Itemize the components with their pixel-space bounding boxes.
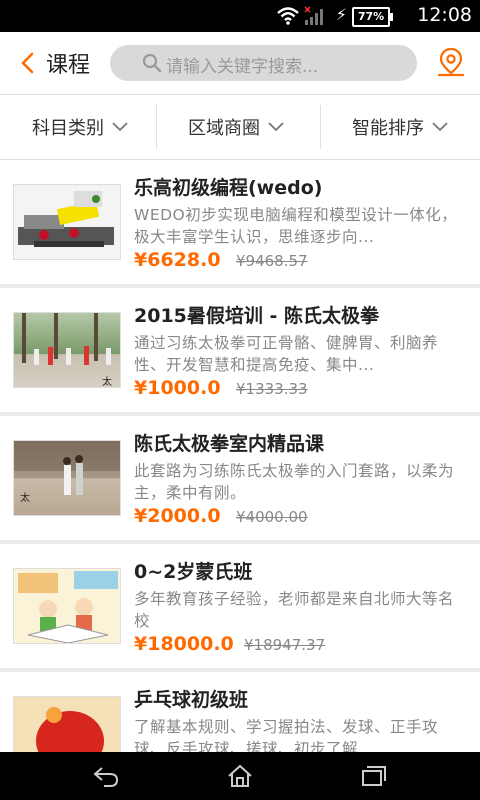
course-name: 乒乓球初级班 (134, 689, 249, 711)
search-input[interactable]: 请输入关键字搜索... (110, 45, 417, 81)
location-pin-icon[interactable] (436, 46, 466, 78)
course-price: ¥18000.0 (134, 633, 234, 655)
course-thumbnail-montessori (13, 568, 121, 644)
battery-percent: 77% (357, 10, 385, 23)
svg-text:太: 太 (102, 375, 112, 388)
recent-apps-icon[interactable] (360, 764, 388, 788)
course-description: 此套路为习练陈氏太极拳的入门套路，以柔为主，柔中有刚。 (134, 462, 455, 502)
back-icon[interactable] (92, 764, 120, 788)
chevron-down-icon (112, 122, 128, 132)
back-chevron-icon[interactable] (14, 48, 42, 78)
battery-indicator: 77% (352, 7, 393, 27)
course-thumbnail-taichi-indoor: 太 (13, 440, 121, 516)
course-description: 通过习练太极拳可正骨骼、健脾胃、利脑养性、开发智慧和提高免疫、集中... (134, 334, 439, 374)
course-name: 0~2岁蒙氏班 (134, 561, 253, 583)
list-item[interactable]: 乐高初级编程(wedo) WEDO初步实现电脑编程和模型设计一体化，极大丰富学生… (0, 160, 480, 284)
chevron-down-icon (432, 122, 448, 132)
system-navigation-bar (0, 752, 480, 800)
search-placeholder: 请输入关键字搜索... (166, 57, 319, 77)
filter-subject-category[interactable]: 科目类别 (0, 95, 160, 159)
course-description: 了解基本规则、学习握拍法、发球、正手攻球、反手攻球、搓球、初步了解... (134, 718, 439, 752)
course-name: 乐高初级编程(wedo) (134, 177, 323, 199)
course-list: 乐高初级编程(wedo) WEDO初步实现电脑编程和模型设计一体化，极大丰富学生… (0, 160, 480, 752)
course-description: WEDO初步实现电脑编程和模型设计一体化，极大丰富学生认识，思维逐步向... (134, 206, 458, 246)
course-price: ¥2000.0 (134, 505, 221, 527)
wifi-icon (277, 7, 299, 25)
list-item[interactable]: 太 2015暑假培训 - 陈氏太极拳 通过习练太极拳可正骨骼、健脾胃、利脑养性、… (0, 288, 480, 412)
filter-bar: 科目类别 区域商圈 智能排序 (0, 95, 480, 160)
list-item[interactable]: 太 陈氏太极拳室内精品课 此套路为习练陈氏太极拳的入门套路，以柔为主，柔中有刚。… (0, 416, 480, 540)
course-name: 陈氏太极拳室内精品课 (134, 433, 325, 455)
filter-business-area[interactable]: 区域商圈 (156, 95, 316, 159)
home-icon[interactable] (226, 764, 254, 788)
charging-icon: ⚡ (335, 5, 347, 24)
page-title: 课程 (46, 53, 91, 78)
course-original-price: ¥1333.33 (236, 380, 308, 398)
clock: 12:08 (417, 4, 472, 26)
list-item[interactable]: 0~2岁蒙氏班 多年教育孩子经验，老师都是来自北师大等名校 ¥18000.0 ¥… (0, 544, 480, 668)
signal-icon (304, 6, 323, 25)
course-name: 2015暑假培训 - 陈氏太极拳 (134, 305, 379, 327)
filter-label: 智能排序 (352, 118, 424, 139)
course-original-price: ¥4000.00 (236, 508, 308, 526)
filter-smart-sort[interactable]: 智能排序 (320, 95, 480, 159)
course-original-price: ¥9468.57 (236, 252, 308, 270)
search-icon (142, 53, 162, 73)
status-bar: ⚡ 77% 12:08 (0, 0, 480, 32)
header: 课程 请输入关键字搜索... (0, 32, 480, 95)
filter-label: 科目类别 (32, 118, 104, 139)
chevron-down-icon (268, 122, 284, 132)
course-thumbnail-taichi-park: 太 (13, 312, 121, 388)
course-thumbnail-pingpong (13, 696, 121, 752)
course-original-price: ¥18947.37 (244, 636, 326, 654)
course-price: ¥6628.0 (134, 249, 221, 271)
list-item[interactable]: 乒乓球初级班 了解基本规则、学习握拍法、发球、正手攻球、反手攻球、搓球、初步了解… (0, 672, 480, 752)
course-thumbnail-lego (13, 184, 121, 260)
course-price: ¥1000.0 (134, 377, 221, 399)
filter-label: 区域商圈 (188, 118, 260, 139)
course-description: 多年教育孩子经验，老师都是来自北师大等名校 (134, 590, 455, 630)
svg-text:太: 太 (20, 491, 30, 504)
